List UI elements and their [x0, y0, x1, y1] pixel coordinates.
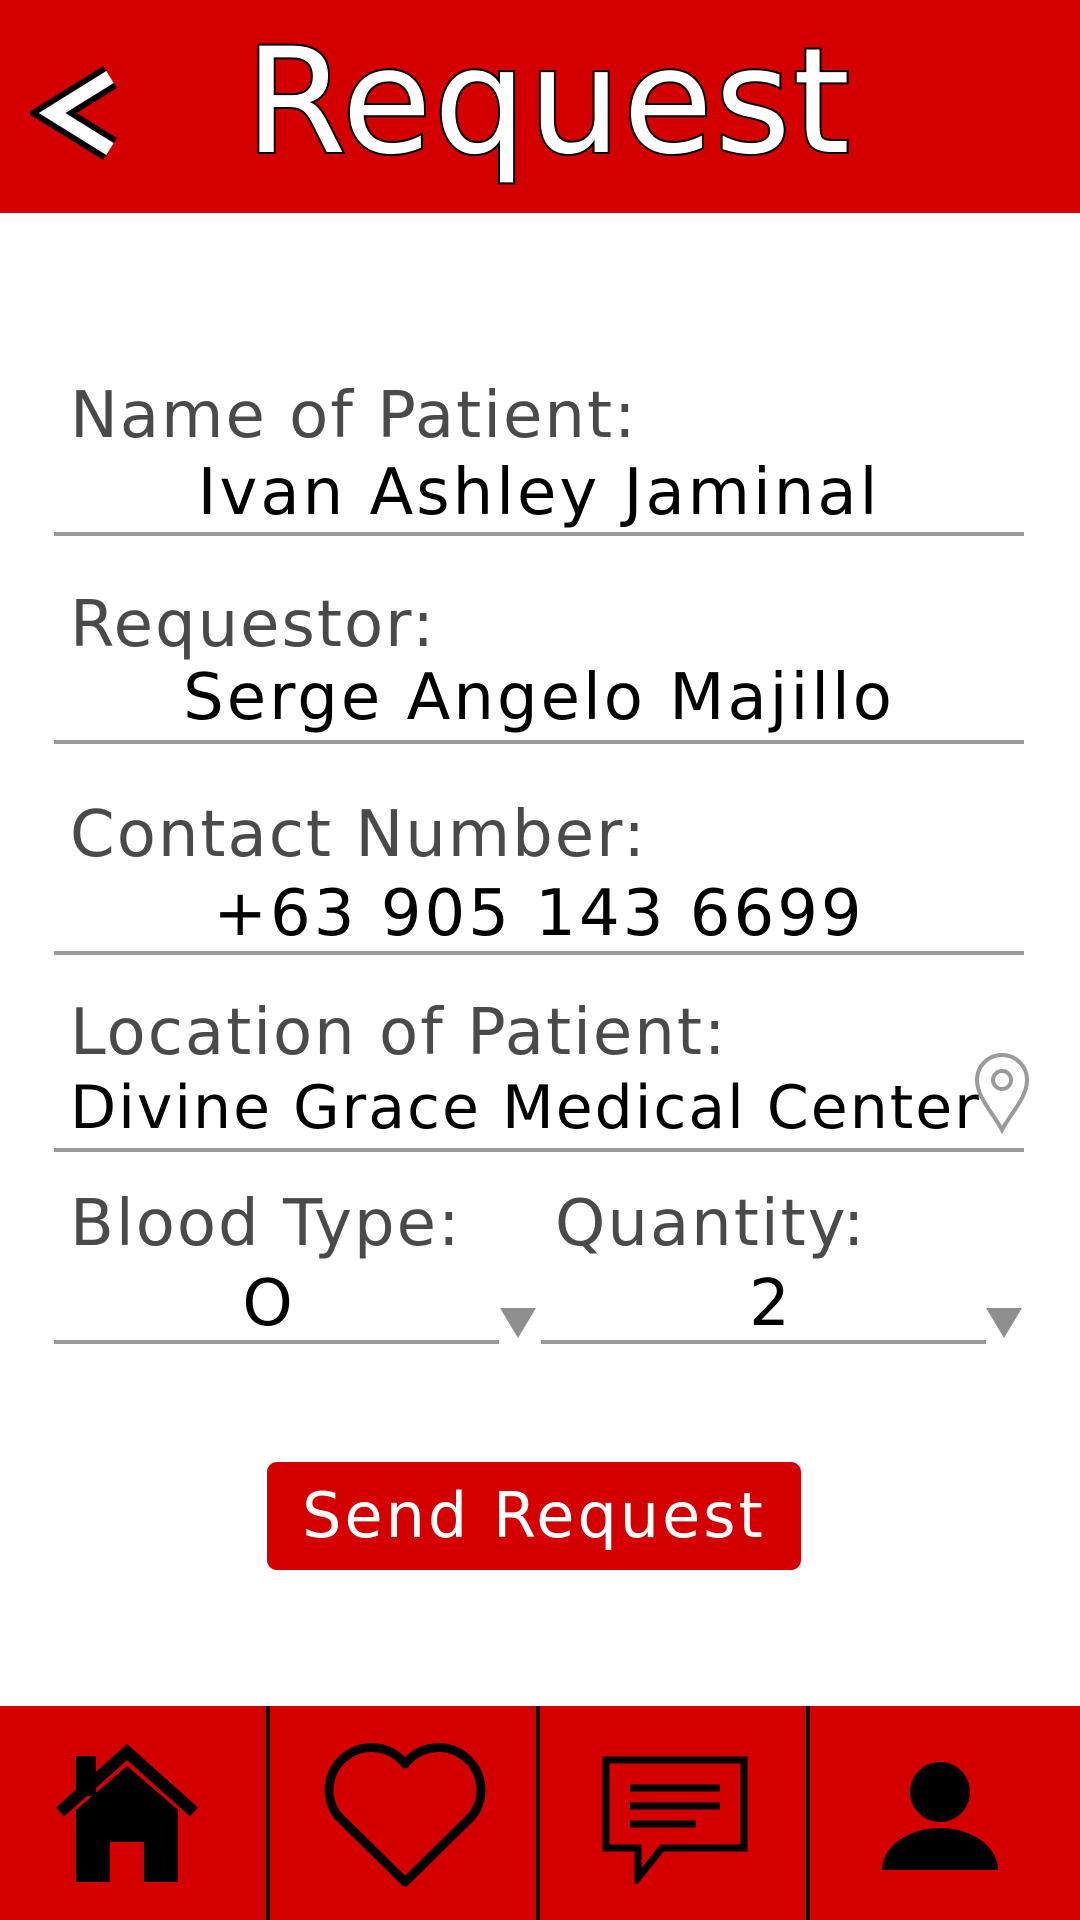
- location-underline: [54, 1148, 1024, 1152]
- contact-number-underline: [54, 951, 1024, 955]
- quantity-dropdown-arrow-icon[interactable]: [984, 1306, 1024, 1340]
- patient-name-field[interactable]: Ivan Ashley Jaminal: [54, 455, 1024, 531]
- back-button[interactable]: [30, 45, 140, 175]
- chat-icon: [602, 1756, 748, 1884]
- patient-name-label: Name of Patient:: [70, 379, 638, 453]
- quantity-label: Quantity:: [555, 1187, 867, 1261]
- blood-type-label: Blood Type:: [70, 1187, 462, 1261]
- requestor-label: Requestor:: [70, 588, 436, 662]
- nav-item-messages[interactable]: [540, 1706, 808, 1920]
- nav-item-profile[interactable]: [810, 1706, 1078, 1920]
- patient-name-underline: [54, 532, 1024, 536]
- contact-number-label: Contact Number:: [70, 798, 647, 872]
- heart-icon: [324, 1743, 486, 1887]
- requestor-field[interactable]: Serge Angelo Majillo: [54, 660, 1024, 736]
- nav-item-favorites[interactable]: [270, 1706, 538, 1920]
- nav-item-home[interactable]: [0, 1706, 268, 1920]
- requestor-underline: [54, 740, 1024, 744]
- quantity-underline: [541, 1340, 986, 1344]
- page-title: Request: [243, 17, 853, 187]
- blood-type-select[interactable]: O: [54, 1266, 484, 1342]
- bottom-nav: [0, 1706, 1080, 1920]
- location-label: Location of Patient:: [70, 996, 728, 1070]
- chevron-left-icon: [30, 45, 140, 175]
- profile-icon: [882, 1762, 998, 1870]
- location-pin-icon[interactable]: [972, 1052, 1032, 1135]
- home-icon: [55, 1744, 199, 1882]
- blood-type-dropdown-arrow-icon[interactable]: [498, 1306, 538, 1340]
- quantity-select[interactable]: 2: [541, 1266, 1001, 1342]
- header-bar: Request: [0, 0, 1080, 213]
- send-request-button[interactable]: Send Request: [267, 1462, 801, 1570]
- blood-type-underline: [54, 1340, 499, 1344]
- contact-number-field[interactable]: +63 905 143 6699: [54, 876, 1024, 952]
- location-field[interactable]: Divine Grace Medical Center: [70, 1070, 981, 1146]
